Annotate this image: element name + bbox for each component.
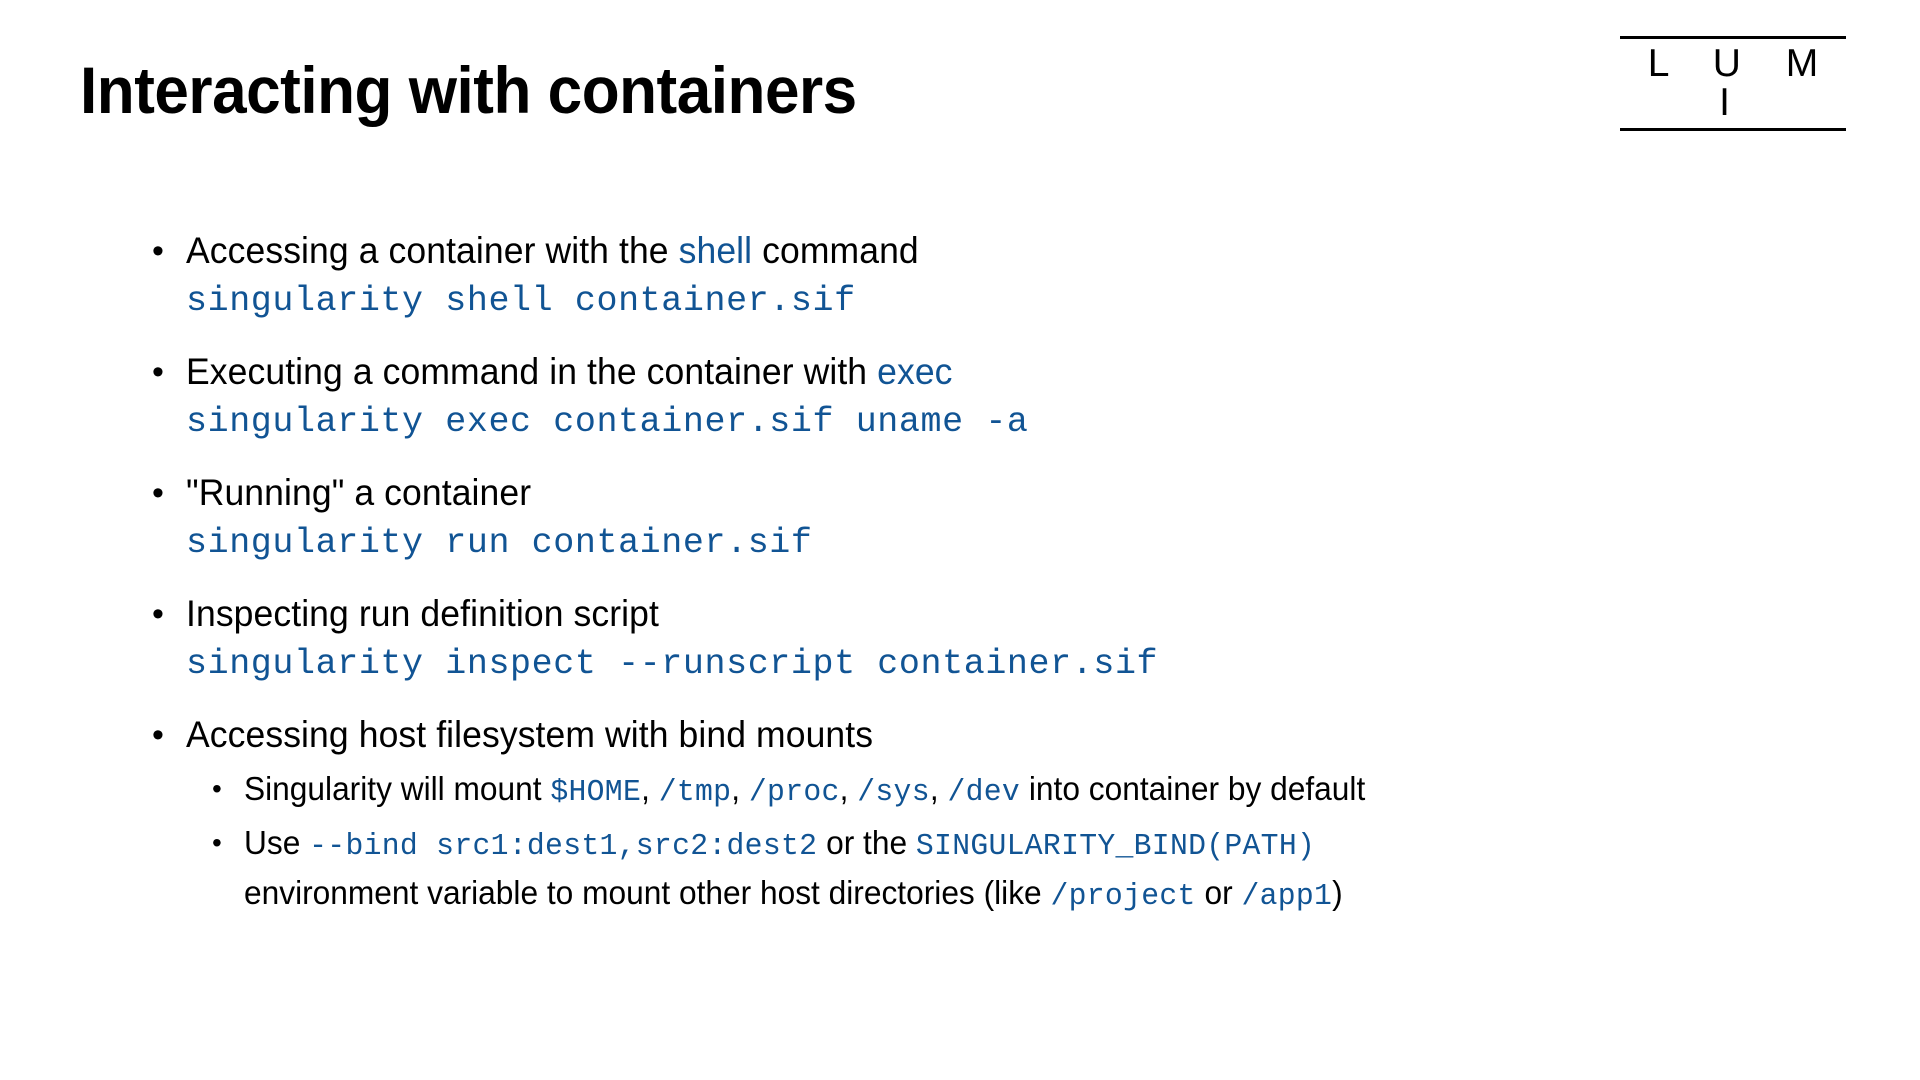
path-appl: /app1 bbox=[1241, 879, 1333, 914]
path-tmp: /tmp bbox=[658, 775, 732, 810]
bind-flag: --bind src1:dest1,src2:dest2 bbox=[309, 829, 818, 864]
bullet-list: Accessing a container with the shell com… bbox=[150, 228, 1850, 941]
code-snippet: singularity run container.sif bbox=[186, 523, 813, 563]
sub-bullet-list: Singularity will mount $HOME, /tmp, /pro… bbox=[186, 766, 1850, 920]
bullet-prose: "Running" a container bbox=[186, 470, 1783, 516]
prose-segment-continuation: environment variable to mount other host… bbox=[244, 874, 1051, 911]
lumi-logo: L U M I bbox=[1620, 36, 1846, 131]
prose-segment: Singularity will mount bbox=[244, 770, 551, 807]
prose-segment: "Running" a container bbox=[186, 472, 532, 513]
env-var-name: SINGULARITY_BIND(PATH) bbox=[915, 829, 1316, 864]
bullet-prose: Accessing host filesystem with bind moun… bbox=[186, 712, 1783, 758]
bullet-prose: Accessing a container with the shell com… bbox=[186, 228, 1783, 274]
path-home: $HOME bbox=[550, 775, 642, 810]
code-snippet: singularity exec container.sif uname -a bbox=[186, 402, 1029, 442]
prose-segment: Accessing a container with the bbox=[186, 230, 679, 271]
path-dev: /dev bbox=[947, 775, 1021, 810]
sub-list-item: Singularity will mount $HOME, /tmp, /pro… bbox=[206, 766, 1850, 816]
path-project: /project bbox=[1050, 879, 1196, 914]
code-snippet: singularity shell container.sif bbox=[186, 281, 856, 321]
prose-segment: Executing a command in the container wit… bbox=[186, 351, 878, 392]
sub-bullet-prose: Use --bind src1:dest1,src2:dest2 or the … bbox=[244, 820, 1786, 920]
or-text: or bbox=[1195, 874, 1242, 911]
prose-segment: Inspecting run definition script bbox=[186, 593, 659, 634]
separator: , bbox=[929, 770, 948, 807]
list-item: "Running" a container singularity run co… bbox=[150, 470, 1850, 570]
bullet-prose: Executing a command in the container wit… bbox=[186, 349, 1783, 395]
prose-segment: Accessing host filesystem with bind moun… bbox=[186, 714, 874, 755]
lumi-wordmark: L U M I bbox=[1647, 42, 1836, 124]
sub-bullet-prose: Singularity will mount $HOME, /tmp, /pro… bbox=[244, 766, 1786, 816]
code-snippet: singularity inspect --runscript containe… bbox=[186, 644, 1159, 684]
keyword-exec: exec bbox=[877, 351, 953, 392]
sub-list-item: Use --bind src1:dest1,src2:dest2 or the … bbox=[206, 820, 1850, 920]
prose-segment: Use bbox=[244, 824, 310, 861]
separator: , bbox=[731, 770, 749, 807]
page-title: Interacting with containers bbox=[80, 53, 857, 127]
list-item: Inspecting run definition script singula… bbox=[150, 591, 1850, 691]
separator: , bbox=[839, 770, 858, 807]
path-sys: /sys bbox=[857, 775, 930, 810]
list-item: Accessing host filesystem with bind moun… bbox=[150, 712, 1850, 920]
prose-segment-tail: into container by default bbox=[1020, 770, 1366, 807]
prose-segment-tail: command bbox=[752, 230, 919, 271]
list-item: Executing a command in the container wit… bbox=[150, 349, 1850, 449]
list-item: Accessing a container with the shell com… bbox=[150, 228, 1850, 328]
keyword-shell: shell bbox=[678, 230, 753, 271]
closing-paren: ) bbox=[1332, 874, 1343, 911]
path-proc: /proc bbox=[748, 775, 840, 810]
bullet-prose: Inspecting run definition script bbox=[186, 591, 1783, 637]
slide: Interacting with containers L U M I Acce… bbox=[0, 0, 1920, 1080]
prose-segment-middle: or the bbox=[817, 824, 916, 861]
separator: , bbox=[641, 770, 659, 807]
